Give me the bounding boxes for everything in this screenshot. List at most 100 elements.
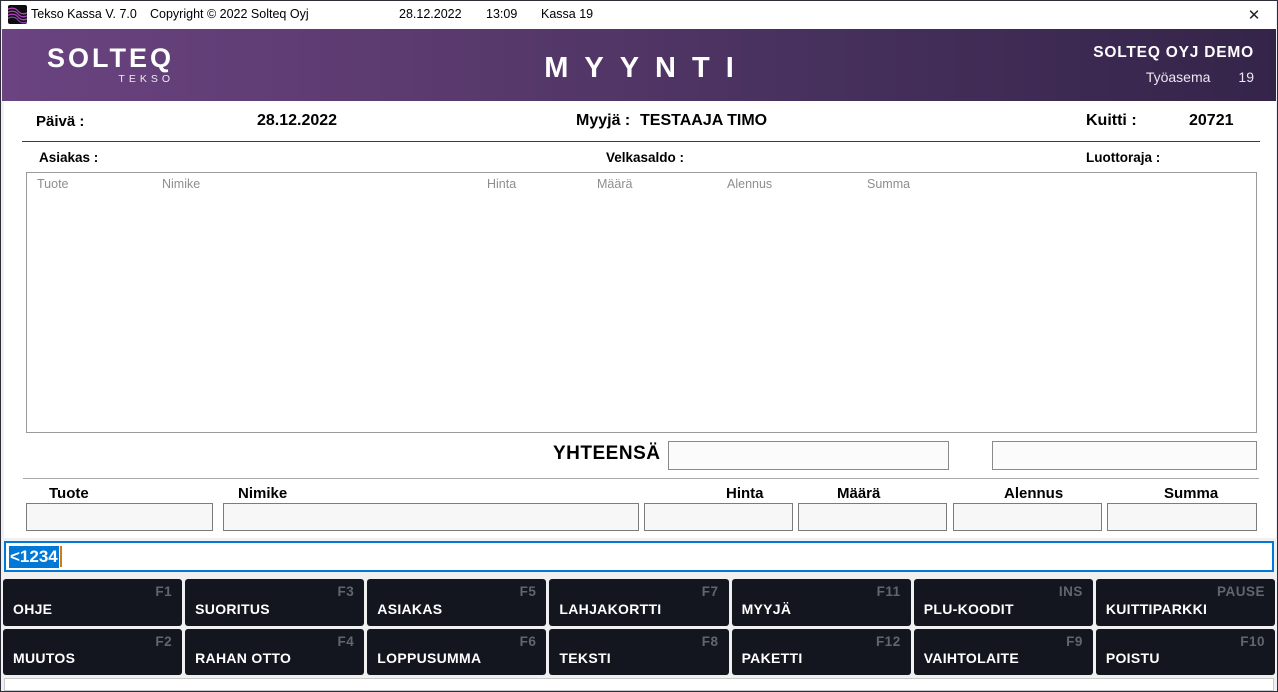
titlebar: Tekso Kassa V. 7.0 Copyright © 2022 Solt…	[2, 1, 1276, 29]
titlebar-time: 13:09	[486, 7, 517, 21]
main-content: Päivä : 28.12.2022 Myyjä : TESTAAJA TIMO…	[4, 101, 1276, 538]
command-selected-text: <1234	[9, 546, 59, 568]
fkey-shortcut: F5	[520, 584, 537, 599]
fkey-label: KUITTIPARKKI	[1106, 601, 1207, 617]
fkey-label: PLU-KOODIT	[924, 601, 1014, 617]
seller-value: TESTAAJA TIMO	[640, 112, 767, 130]
column-header-maara: Määrä	[597, 177, 632, 191]
workstation-label: Työasema	[1146, 69, 1211, 85]
sales-table: Tuote Nimike Hinta Määrä Alennus Summa	[26, 172, 1257, 433]
entry-label-nimike: Nimike	[238, 485, 287, 502]
asiakas-button[interactable]: F5 ASIAKAS	[367, 579, 546, 626]
app-window: Tekso Kassa V. 7.0 Copyright © 2022 Solt…	[0, 0, 1278, 692]
column-header-hinta: Hinta	[487, 177, 516, 191]
solteq-app-icon	[8, 5, 27, 24]
header-right: SOLTEQ OYJ DEMO Työasema 19	[1093, 44, 1254, 85]
total-label: YHTEENSÄ	[553, 443, 660, 465]
divider-line	[22, 141, 1260, 142]
titlebar-date: 28.12.2022	[399, 7, 462, 21]
secondary-amount-field	[992, 441, 1257, 470]
alennus-input[interactable]	[953, 503, 1102, 531]
fkey-shortcut: F10	[1240, 634, 1265, 649]
nimike-input[interactable]	[223, 503, 639, 531]
fkey-label: SUORITUS	[195, 601, 270, 617]
fkey-label: MUUTOS	[13, 650, 75, 666]
suoritus-button[interactable]: F3 SUORITUS	[185, 579, 364, 626]
fkey-label: RAHAN OTTO	[195, 650, 291, 666]
fkey-shortcut: F12	[876, 634, 901, 649]
fkey-label: LAHJAKORTTI	[559, 601, 661, 617]
copyright-text: Copyright © 2022 Solteq Oyj	[150, 7, 309, 21]
command-input[interactable]: <1234	[4, 541, 1274, 572]
fkey-label: OHJE	[13, 601, 52, 617]
fkey-label: VAIHTOLAITE	[924, 650, 1019, 666]
fkey-label: LOPPUSUMMA	[377, 650, 481, 666]
divider-line	[23, 478, 1259, 479]
text-caret	[60, 546, 62, 567]
fkey-shortcut: F4	[338, 634, 355, 649]
entry-label-hinta: Hinta	[726, 485, 764, 502]
column-header-nimike: Nimike	[162, 177, 200, 191]
header-banner: SOLTEQ TEKSO MYYNTI SOLTEQ OYJ DEMO Työa…	[2, 29, 1276, 101]
app-title: Tekso Kassa V. 7.0	[31, 7, 137, 21]
rahan-otto-button[interactable]: F4 RAHAN OTTO	[185, 629, 364, 675]
solteq-logo: SOLTEQ TEKSO	[47, 44, 174, 85]
ohje-button[interactable]: F1 OHJE	[3, 579, 182, 626]
date-label: Päivä :	[36, 113, 84, 130]
fkey-label: MYYJÄ	[742, 601, 792, 617]
entry-label-summa: Summa	[1164, 485, 1218, 502]
function-key-panel: F1 OHJE F3 SUORITUS F5 ASIAKAS F7 LAHJAK…	[3, 579, 1275, 675]
logo-subtext: TEKSO	[47, 73, 174, 85]
entry-label-alennus: Alennus	[1004, 485, 1063, 502]
myyja-button[interactable]: F11 MYYJÄ	[732, 579, 911, 626]
receipt-value: 20721	[1189, 112, 1234, 130]
muutos-button[interactable]: F2 MUUTOS	[3, 629, 182, 675]
kuittiparkki-button[interactable]: PAUSE KUITTIPARKKI	[1096, 579, 1275, 626]
fkey-shortcut: F8	[702, 634, 719, 649]
workstation-number: 19	[1238, 69, 1254, 85]
column-header-tuote: Tuote	[37, 177, 69, 191]
fkey-shortcut: INS	[1059, 584, 1083, 599]
loppusumma-button[interactable]: F6 LOPPUSUMMA	[367, 629, 546, 675]
column-header-alennus: Alennus	[727, 177, 772, 191]
receipt-label: Kuitti :	[1086, 112, 1137, 130]
fkey-shortcut: F2	[155, 634, 172, 649]
command-strip: <1234	[1, 538, 1277, 579]
seller-label: Myyjä :	[576, 112, 630, 130]
credit-label: Luottoraja :	[1086, 150, 1160, 165]
total-amount-field	[668, 441, 949, 470]
fkey-shortcut: PAUSE	[1217, 584, 1265, 599]
fkey-label: ASIAKAS	[377, 601, 442, 617]
titlebar-register: Kassa 19	[541, 7, 593, 21]
debt-label: Velkasaldo :	[606, 150, 684, 165]
company-name: SOLTEQ OYJ DEMO	[1093, 44, 1254, 62]
fkey-label: TEKSTI	[559, 650, 611, 666]
fkey-shortcut: F7	[702, 584, 719, 599]
plu-koodit-button[interactable]: INS PLU-KOODIT	[914, 579, 1093, 626]
maara-input[interactable]	[798, 503, 947, 531]
close-icon[interactable]: ✕	[1242, 4, 1266, 26]
workstation-info: Työasema 19	[1093, 69, 1254, 85]
paketti-button[interactable]: F12 PAKETTI	[732, 629, 911, 675]
customer-label: Asiakas :	[39, 150, 98, 165]
lahjakortti-button[interactable]: F7 LAHJAKORTTI	[549, 579, 728, 626]
page-title: MYYNTI	[528, 52, 750, 85]
fkey-shortcut: F9	[1066, 634, 1083, 649]
fkey-label: PAKETTI	[742, 650, 803, 666]
fkey-label: POISTU	[1106, 650, 1160, 666]
tuote-input[interactable]	[26, 503, 213, 531]
fkey-shortcut: F3	[338, 584, 355, 599]
entry-label-tuote: Tuote	[49, 485, 89, 502]
poistu-button[interactable]: F10 POISTU	[1096, 629, 1275, 675]
vaihtolaite-button[interactable]: F9 VAIHTOLAITE	[914, 629, 1093, 675]
teksti-button[interactable]: F8 TEKSTI	[549, 629, 728, 675]
logo-text: SOLTEQ	[47, 44, 174, 72]
summa-input[interactable]	[1107, 503, 1257, 531]
hinta-input[interactable]	[644, 503, 793, 531]
fkey-shortcut: F11	[877, 584, 901, 599]
date-value: 28.12.2022	[257, 112, 337, 130]
status-bar	[4, 678, 1274, 691]
fkey-shortcut: F6	[520, 634, 537, 649]
entry-label-maara: Määrä	[837, 485, 880, 502]
fkey-shortcut: F1	[155, 584, 172, 599]
